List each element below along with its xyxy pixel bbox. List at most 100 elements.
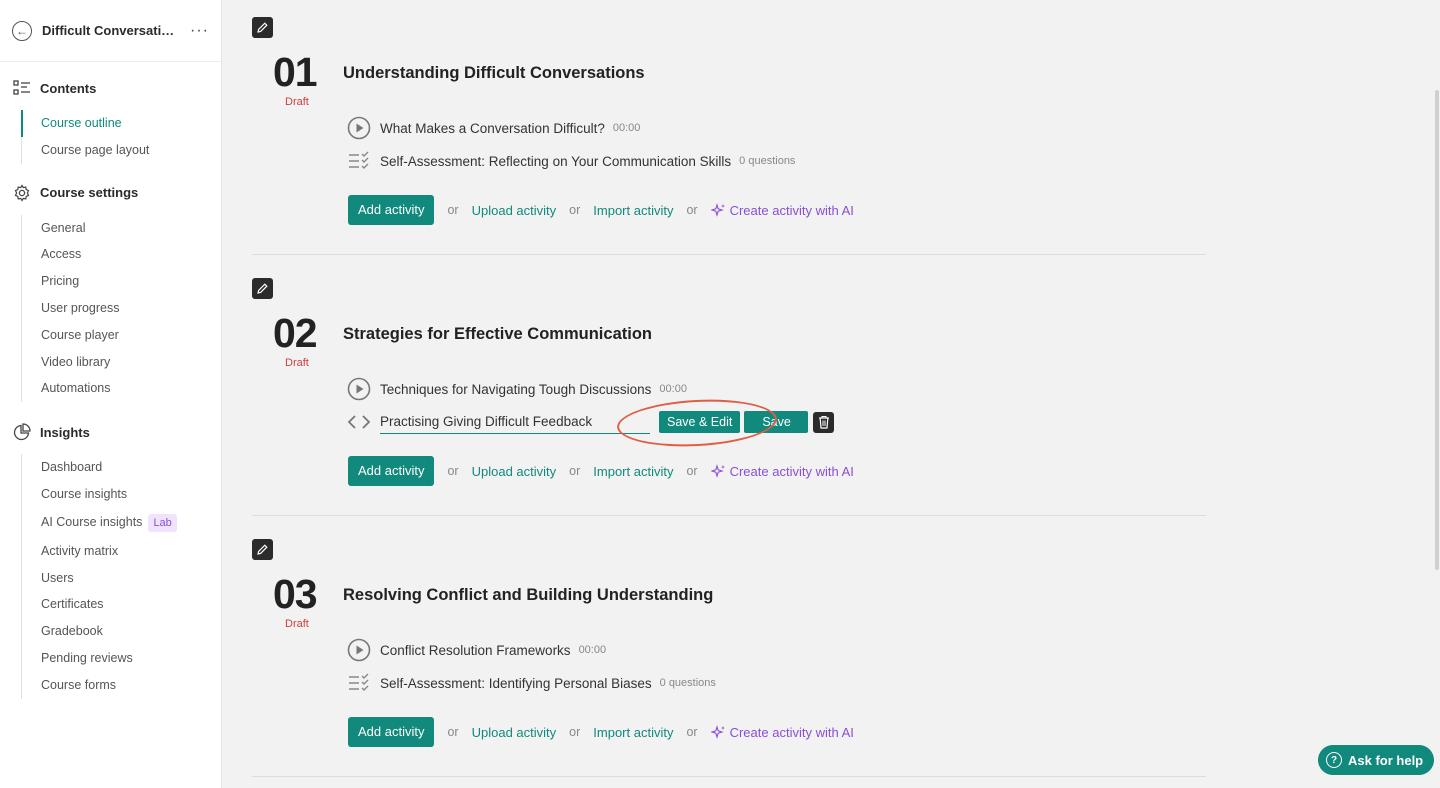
activity-row[interactable]: Conflict Resolution Frameworks 00:00 [347,638,606,662]
sidebar-item-label: AI Course insights [41,515,143,530]
settings-header[interactable]: Course settings [0,183,221,203]
activity-title: Self-Assessment: Identifying Personal Bi… [380,675,652,691]
save-button[interactable]: Save [744,411,809,433]
activity-row[interactable]: Self-Assessment: Reflecting on Your Comm… [347,149,795,173]
sidebar-item-activity-matrix[interactable]: Activity matrix [22,538,221,565]
gear-icon [13,183,31,202]
or-separator: or [686,464,698,478]
sidebar-item-user-progress[interactable]: User progress [22,295,221,322]
section-title[interactable]: Understanding Difficult Conversations [343,64,645,83]
sidebar-item-pending-reviews[interactable]: Pending reviews [22,645,221,672]
sidebar-item-ai-course-insights[interactable]: AI Course insights Lab [22,508,221,538]
sidebar-item-course-page-layout[interactable]: Course page layout [22,137,221,164]
sidebar-item-course-insights[interactable]: Course insights [22,481,221,508]
upload-activity-link[interactable]: Upload activity [472,464,557,479]
draft-status: Draft [285,357,309,369]
scrollbar-thumb[interactable] [1435,90,1439,570]
help-icon: ? [1326,752,1342,768]
pie-chart-icon [13,423,31,441]
contents-section: Contents Course outline Course page layo… [0,78,221,164]
import-activity-link[interactable]: Import activity [593,464,673,479]
activity-title: Techniques for Navigating Tough Discussi… [380,381,652,397]
section-title[interactable]: Strategies for Effective Communication [343,325,652,344]
play-circle-icon [347,638,371,662]
edit-section-button[interactable] [252,17,273,38]
add-activity-button[interactable]: Add activity [348,195,435,225]
section-title[interactable]: Resolving Conflict and Building Understa… [343,586,713,605]
insights-group: Dashboard Course insights AI Course insi… [21,454,221,699]
activity-row[interactable]: Techniques for Navigating Tough Discussi… [347,377,687,401]
activity-title-input[interactable] [380,410,650,434]
import-activity-link[interactable]: Import activity [593,203,673,218]
settings-section: Course settings General Access Pricing U… [0,183,221,403]
section-actions: Add activity or Upload activity or Impor… [348,456,854,486]
sidebar-item-access[interactable]: Access [22,241,221,268]
activity-duration: 00:00 [612,122,641,134]
sparkle-icon [710,463,725,478]
delete-button[interactable] [813,411,835,433]
or-separator: or [569,464,581,478]
sidebar-item-gradebook[interactable]: Gradebook [22,618,221,645]
sidebar-item-automations[interactable]: Automations [22,375,221,402]
checklist-icon [347,149,371,173]
section-number: 02 [273,310,318,356]
edit-section-button[interactable] [252,539,273,560]
import-activity-link[interactable]: Import activity [593,725,673,740]
sidebar-header: ← Difficult Conversati… ··· [0,0,221,62]
create-activity-ai-link[interactable]: Create activity with AI [710,724,854,740]
upload-activity-link[interactable]: Upload activity [472,725,557,740]
create-activity-ai-link[interactable]: Create activity with AI [710,463,854,479]
insights-header[interactable]: Insights [0,422,221,442]
lab-badge: Lab [148,513,177,532]
create-activity-ai-link[interactable]: Create activity with AI [710,202,854,218]
create-ai-label: Create activity with AI [729,724,854,740]
draft-status: Draft [285,96,309,108]
activity-title: What Makes a Conversation Difficult? [380,120,605,136]
or-separator: or [569,203,581,217]
edit-section-button[interactable] [252,278,273,299]
sidebar: ← Difficult Conversati… ··· Contents Cou… [0,0,222,788]
back-arrow-icon[interactable]: ← [12,20,32,41]
sidebar-item-certificates[interactable]: Certificates [22,591,221,618]
course-outline-main: 01 Draft Understanding Difficult Convers… [222,0,1440,788]
sidebar-item-course-forms[interactable]: Course forms [22,672,221,699]
sidebar-item-video-library[interactable]: Video library [22,349,221,376]
sidebar-item-users[interactable]: Users [22,565,221,592]
sidebar-item-dashboard[interactable]: Dashboard [22,454,221,481]
sparkle-icon [710,724,725,739]
pencil-icon [257,283,268,294]
activity-duration: 00:00 [578,644,607,656]
activity-question-count: 0 questions [659,677,716,689]
contents-group: Course outline Course page layout [21,110,221,164]
insights-label: Insights [40,424,90,440]
contents-label: Contents [40,80,97,96]
activity-duration: 00:00 [659,383,687,395]
sidebar-item-general[interactable]: General [22,215,221,242]
add-activity-button[interactable]: Add activity [348,456,435,486]
section-divider [252,776,1206,777]
checklist-icon [347,671,371,695]
or-separator: or [447,725,459,739]
more-options-icon[interactable]: ··· [190,22,209,40]
sidebar-item-course-outline[interactable]: Course outline [21,110,221,137]
save-and-edit-button[interactable]: Save & Edit [659,411,741,433]
or-separator: or [447,464,459,478]
code-icon [347,410,371,434]
or-separator: or [447,203,459,217]
pencil-icon [257,22,268,33]
pencil-icon [257,544,268,555]
ask-for-help-button[interactable]: ? Ask for help [1318,745,1434,775]
course-title[interactable]: Difficult Conversati… [42,23,182,38]
activity-row[interactable]: Self-Assessment: Identifying Personal Bi… [347,671,716,695]
create-ai-label: Create activity with AI [729,202,854,218]
draft-status: Draft [285,618,309,630]
contents-header[interactable]: Contents [0,78,221,98]
activity-row[interactable]: What Makes a Conversation Difficult? 00:… [347,116,640,140]
sidebar-item-course-player[interactable]: Course player [22,322,221,349]
scrollbar[interactable] [1434,0,1440,788]
course-settings-label: Course settings [40,185,139,201]
upload-activity-link[interactable]: Upload activity [472,203,557,218]
add-activity-button[interactable]: Add activity [348,717,435,747]
play-circle-icon [347,377,371,401]
sidebar-item-pricing[interactable]: Pricing [22,268,221,295]
